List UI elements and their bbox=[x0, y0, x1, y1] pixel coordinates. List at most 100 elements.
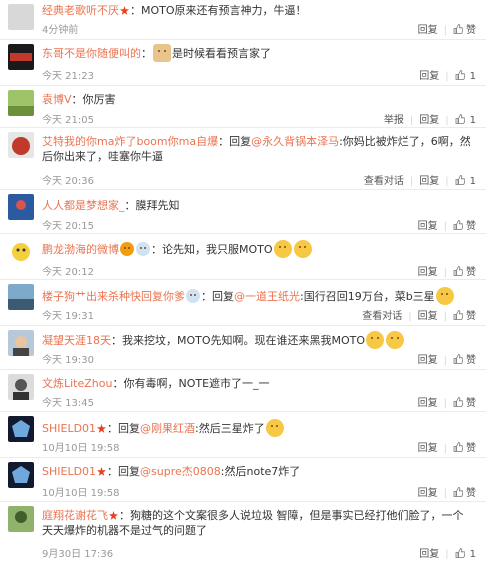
avatar[interactable] bbox=[8, 374, 34, 400]
like-button[interactable]: 赞 bbox=[453, 307, 476, 322]
mention-link[interactable]: @永久背锅本泽马 bbox=[251, 135, 339, 148]
comment-text: ：膜拜先知 bbox=[124, 199, 180, 212]
like-button[interactable]: 赞 bbox=[453, 351, 476, 366]
comment-item: 经典老歌听不厌 ：MOTO原来还有预言神力，牛逼！ 4分钟前 回复 | 赞 bbox=[0, 0, 486, 40]
avatar[interactable] bbox=[8, 284, 34, 310]
like-button[interactable]: 赞 bbox=[453, 484, 476, 499]
reply-button[interactable]: 回复 bbox=[419, 111, 439, 126]
comment-username[interactable]: SHIELD01 bbox=[42, 422, 96, 435]
like-button[interactable]: 赞 bbox=[453, 394, 476, 409]
like-label: 赞 bbox=[466, 311, 476, 322]
like-label: 赞 bbox=[466, 267, 476, 278]
like-label: 赞 bbox=[466, 355, 476, 366]
doge-emoji-icon bbox=[153, 44, 171, 62]
comment-text-2: 是时候看看预言家了 bbox=[172, 47, 271, 60]
vip-star-icon bbox=[120, 6, 129, 15]
view-dialog-button[interactable]: 查看对话 bbox=[362, 307, 402, 322]
avatar[interactable] bbox=[8, 44, 34, 70]
comment-text: :国行召回19万台，菜b三星 bbox=[300, 290, 435, 303]
comment-username[interactable]: 鹏龙渤海的微博 bbox=[42, 243, 119, 256]
reply-button[interactable]: 回复 bbox=[418, 21, 438, 36]
comment-time: 10月10日 19:58 bbox=[42, 443, 120, 454]
mention-link[interactable]: @刚果红酒 bbox=[140, 422, 195, 435]
mention-link[interactable]: @supre杰0808 bbox=[140, 465, 221, 478]
thumbs-up-icon bbox=[453, 24, 463, 34]
comment-text: ：我来挖坟，MOTO先知啊。现在谁还来黑我MOTO bbox=[111, 334, 366, 347]
comment-item: 艾特我的你ma炸了boom你ma自爆：回复@永久背锅本泽马:你妈比被炸烂了，6啊… bbox=[0, 128, 486, 190]
comment-text: ：论先知，我只服MOTO bbox=[151, 243, 273, 256]
reply-button[interactable]: 回复 bbox=[418, 307, 438, 322]
comment-item: SHIELD01 ：回复@supre杰0808:然后note7炸了 10月10日 … bbox=[0, 458, 486, 502]
thumbs-up-icon bbox=[453, 220, 463, 230]
comment-username[interactable]: 经典老歌听不厌 bbox=[42, 4, 119, 17]
comment-list: 经典老歌听不厌 ：MOTO原来还有预言神力，牛逼！ 4分钟前 回复 | 赞 东哥不是你… bbox=[0, 0, 486, 562]
like-button[interactable]: 赞 bbox=[453, 21, 476, 36]
comment-text-prefix: ：回复 bbox=[107, 422, 141, 435]
thumbs-up-icon bbox=[455, 548, 465, 558]
reply-button[interactable]: 回复 bbox=[419, 67, 439, 82]
comment-username[interactable]: 艾特我的你ma炸了boom你ma自爆 bbox=[42, 135, 218, 148]
reply-button[interactable]: 回复 bbox=[418, 484, 438, 499]
badge-emoji-icon bbox=[186, 289, 200, 303]
comment-username[interactable]: 庭翔花谢花飞 bbox=[42, 509, 108, 522]
reply-button[interactable]: 回复 bbox=[419, 172, 439, 187]
like-button[interactable]: 1 bbox=[455, 175, 476, 187]
badge-emoji-icon bbox=[120, 242, 134, 256]
avatar[interactable] bbox=[8, 4, 34, 30]
thumbs-up-icon bbox=[453, 354, 463, 364]
like-button[interactable]: 1 bbox=[455, 114, 476, 126]
comment-time: 今天 21:23 bbox=[42, 71, 94, 82]
comment-item: 庭翔花谢花飞 ：狗糖的这个文案很多人说垃圾 智障，但是事实已经打他们脸了，一个天天… bbox=[0, 502, 486, 562]
comment-text-prefix: ：回复 bbox=[201, 290, 234, 303]
vip-star-icon bbox=[109, 511, 118, 520]
avatar[interactable] bbox=[8, 238, 34, 264]
comment-username[interactable]: 人人都是梦想家_ bbox=[42, 199, 125, 212]
mention-link[interactable]: @一道王纸光 bbox=[234, 290, 300, 303]
comment-text: :然后note7炸了 bbox=[220, 465, 301, 478]
like-button[interactable]: 赞 bbox=[453, 217, 476, 232]
comment-username[interactable]: SHIELD01 bbox=[42, 465, 96, 478]
comment-time: 9月30日 17:36 bbox=[42, 549, 114, 560]
vip-star-icon bbox=[97, 424, 107, 433]
view-dialog-button[interactable]: 查看对话 bbox=[364, 172, 404, 187]
like-button[interactable]: 赞 bbox=[453, 263, 476, 278]
comment-username[interactable]: 文炼LiteZhou bbox=[42, 377, 112, 390]
avatar[interactable] bbox=[8, 462, 34, 488]
like-button[interactable]: 赞 bbox=[453, 439, 476, 454]
comment-item: 人人都是梦想家_：膜拜先知 今天 20:15 回复 | 赞 bbox=[0, 190, 486, 234]
comment-item: 文炼LiteZhou：你有毒啊，NOTE遮市了一_一 今天 13:45 回复 | 赞 bbox=[0, 370, 486, 412]
thumbs-up-icon bbox=[453, 310, 463, 320]
comment-username[interactable]: 东哥不是你随便叫的 bbox=[42, 47, 141, 60]
avatar[interactable] bbox=[8, 330, 34, 356]
comment-time: 今天 21:05 bbox=[42, 115, 94, 126]
thumbs-up-icon bbox=[455, 114, 465, 124]
comment-username[interactable]: 凝望天涯18天 bbox=[42, 334, 111, 347]
comment-time: 今天 20:36 bbox=[42, 176, 94, 187]
reply-button[interactable]: 回复 bbox=[419, 545, 439, 560]
avatar[interactable] bbox=[8, 194, 34, 220]
avatar[interactable] bbox=[8, 90, 34, 116]
like-button[interactable]: 1 bbox=[455, 548, 476, 560]
reply-button[interactable]: 回复 bbox=[418, 217, 438, 232]
smile-emoji-icon bbox=[435, 287, 454, 305]
like-button[interactable]: 1 bbox=[455, 70, 476, 82]
report-button[interactable]: 举报 bbox=[384, 111, 404, 126]
reply-button[interactable]: 回复 bbox=[418, 394, 438, 409]
reply-button[interactable]: 回复 bbox=[418, 439, 438, 454]
comment-text-prefix: ：回复 bbox=[107, 465, 141, 478]
like-count: 1 bbox=[469, 115, 476, 126]
comment-item: SHIELD01 ：回复@刚果红酒:然后三星炸了 10月10日 19:58 回复 |… bbox=[0, 412, 486, 458]
like-label: 赞 bbox=[466, 221, 476, 232]
avatar[interactable] bbox=[8, 416, 34, 442]
smirk-emoji-icon bbox=[386, 331, 405, 349]
like-label: 赞 bbox=[466, 398, 476, 409]
comment-username[interactable]: 楼子狗艹出来杀种快回复你爹 bbox=[42, 290, 185, 303]
reply-button[interactable]: 回复 bbox=[418, 351, 438, 366]
avatar[interactable] bbox=[8, 506, 34, 532]
comment-text: ：你厉害 bbox=[71, 93, 116, 106]
reply-button[interactable]: 回复 bbox=[418, 263, 438, 278]
like-count: 1 bbox=[469, 71, 476, 82]
avatar[interactable] bbox=[8, 132, 34, 158]
thumbs-up-icon bbox=[453, 487, 463, 497]
comment-username[interactable]: 袁博V bbox=[42, 93, 72, 106]
